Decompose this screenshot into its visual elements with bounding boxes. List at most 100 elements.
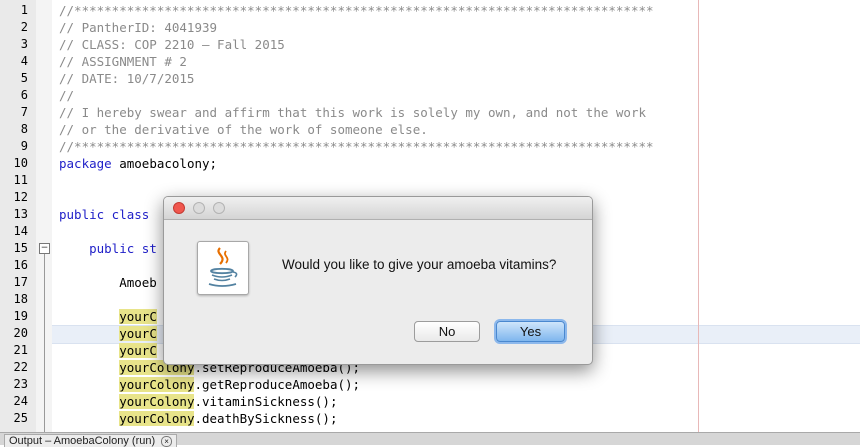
line-number: 18 bbox=[13, 292, 28, 306]
fold-guide bbox=[44, 254, 45, 432]
output-tab[interactable]: Output – AmoebaColony (run) × bbox=[4, 434, 178, 447]
line-number: 14 bbox=[13, 224, 28, 238]
code-token: yourColony bbox=[119, 394, 195, 409]
line-number: 4 bbox=[20, 54, 28, 68]
line-number: 21 bbox=[13, 343, 28, 357]
no-button[interactable]: No bbox=[414, 321, 480, 342]
window-minimize-button[interactable] bbox=[193, 202, 205, 214]
code-token: yourC bbox=[119, 326, 157, 341]
line-number: 25 bbox=[13, 411, 28, 425]
line-number: 2 bbox=[20, 20, 28, 34]
code-line[interactable]: 4 // ASSIGNMENT # 2 bbox=[0, 53, 860, 70]
code-token: package bbox=[59, 156, 112, 171]
line-number: 13 bbox=[13, 207, 28, 221]
code-text: // CLASS: COP 2210 – Fall 2015 bbox=[59, 36, 285, 53]
line-number: 20 bbox=[13, 326, 28, 340]
code-text: public class bbox=[59, 206, 157, 223]
code-text: // DATE: 10/7/2015 bbox=[59, 70, 194, 87]
code-token: //**************************************… bbox=[59, 139, 654, 154]
code-token: //**************************************… bbox=[59, 3, 654, 18]
code-token: yourColony bbox=[119, 377, 195, 392]
code-line[interactable]: 7 // I hereby swear and affirm that this … bbox=[0, 104, 860, 121]
code-line[interactable]: 1 //*************************************… bbox=[0, 2, 860, 19]
code-line[interactable]: 2 // PantherID: 4041939 bbox=[0, 19, 860, 36]
line-number: 11 bbox=[13, 173, 28, 187]
line-number: 16 bbox=[13, 258, 28, 272]
line-number: 6 bbox=[20, 88, 28, 102]
code-line[interactable]: 9 //*************************************… bbox=[0, 138, 860, 155]
line-number: 24 bbox=[13, 394, 28, 408]
code-text: package amoebacolony; bbox=[59, 155, 217, 172]
code-text: // or the derivative of the work of some… bbox=[59, 121, 428, 138]
line-number: 1 bbox=[20, 3, 28, 17]
code-token: // PantherID: 4041939 bbox=[59, 20, 218, 35]
code-text: // bbox=[59, 87, 74, 104]
output-tab-label: Output – AmoebaColony (run) bbox=[9, 435, 156, 447]
code-text: //**************************************… bbox=[59, 2, 654, 19]
dialog-titlebar[interactable] bbox=[164, 197, 592, 220]
window-close-button[interactable] bbox=[173, 202, 185, 214]
code-token: // CLASS: COP 2210 – Fall 2015 bbox=[59, 37, 285, 52]
code-line[interactable]: 5 // DATE: 10/7/2015 bbox=[0, 70, 860, 87]
line-number: 12 bbox=[13, 190, 28, 204]
code-token: // ASSIGNMENT # 2 bbox=[59, 54, 187, 69]
code-token: yourColony bbox=[119, 411, 195, 426]
line-number: 19 bbox=[13, 309, 28, 323]
code-token: Amoeb bbox=[59, 275, 157, 290]
line-number: 3 bbox=[20, 37, 28, 51]
line-number: 8 bbox=[20, 122, 28, 136]
code-text: yourColony.deathBySickness(); bbox=[59, 410, 337, 427]
code-token: public class bbox=[59, 207, 157, 222]
close-icon[interactable]: × bbox=[161, 436, 173, 447]
code-text: // ASSIGNMENT # 2 bbox=[59, 53, 187, 70]
code-line[interactable]: 24 yourColony.vitaminSickness(); bbox=[0, 393, 860, 410]
code-line[interactable]: 8 // or the derivative of the work of som… bbox=[0, 121, 860, 138]
code-token: .deathBySickness(); bbox=[194, 411, 338, 426]
dialog-message: Would you like to give your amoeba vitam… bbox=[282, 257, 557, 272]
code-token: .vitaminSickness(); bbox=[194, 394, 338, 409]
code-text: // I hereby swear and affirm that this w… bbox=[59, 104, 646, 121]
yes-button[interactable]: Yes bbox=[496, 321, 565, 342]
code-token: // bbox=[59, 88, 75, 103]
code-token: yourC bbox=[119, 343, 157, 358]
code-line[interactable]: 10 package amoebacolony; bbox=[0, 155, 860, 172]
code-token: yourC bbox=[119, 309, 157, 324]
code-text: yourC bbox=[59, 308, 157, 325]
line-number: 9 bbox=[20, 139, 28, 153]
code-token: // I hereby swear and affirm that this w… bbox=[59, 105, 646, 120]
code-token: public st bbox=[89, 241, 157, 256]
code-token: // DATE: 10/7/2015 bbox=[59, 71, 195, 86]
code-text: yourC bbox=[59, 325, 157, 342]
code-text: public st bbox=[59, 240, 157, 257]
line-number: 17 bbox=[13, 275, 28, 289]
code-line[interactable]: 6 // bbox=[0, 87, 860, 104]
window-zoom-button[interactable] bbox=[213, 202, 225, 214]
java-icon bbox=[197, 241, 249, 295]
code-text: //**************************************… bbox=[59, 138, 654, 155]
code-token: // or the derivative of the work of some… bbox=[59, 122, 428, 137]
line-number: 22 bbox=[13, 360, 28, 374]
line-number: 15 bbox=[13, 241, 28, 255]
fold-toggle-icon[interactable]: − bbox=[39, 243, 50, 254]
code-text: // PantherID: 4041939 bbox=[59, 19, 217, 36]
line-number: 5 bbox=[20, 71, 28, 85]
code-text: yourColony.getReproduceAmoeba(); bbox=[59, 376, 360, 393]
code-line[interactable]: 23 yourColony.getReproduceAmoeba(); bbox=[0, 376, 860, 393]
code-line[interactable]: 11 bbox=[0, 172, 860, 189]
code-text: yourColony.vitaminSickness(); bbox=[59, 393, 337, 410]
code-text: yourC bbox=[59, 342, 157, 359]
code-text: Amoeb bbox=[59, 274, 157, 291]
code-line[interactable]: 25 yourColony.deathBySickness(); bbox=[0, 410, 860, 427]
code-token: amoebacolony; bbox=[111, 156, 218, 171]
line-number: 7 bbox=[20, 105, 28, 119]
code-line[interactable]: 3 // CLASS: COP 2210 – Fall 2015 bbox=[0, 36, 860, 53]
line-number: 10 bbox=[13, 156, 28, 170]
